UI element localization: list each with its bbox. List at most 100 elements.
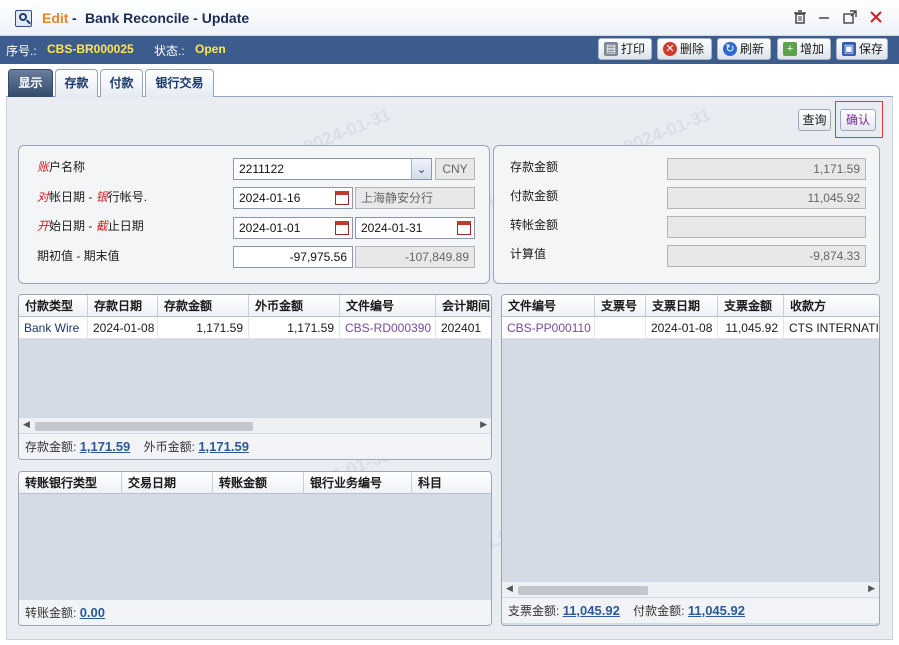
currency-field: CNY <box>435 158 475 180</box>
status-value: Open <box>195 42 226 56</box>
title-separator: - <box>72 10 77 26</box>
check-total-link[interactable]: 11,045.92 <box>563 603 620 618</box>
transfer-grid-footer: 转账金额: 0.00 <box>19 599 491 625</box>
calendar-icon[interactable] <box>335 191 349 205</box>
cell: 1,171.59 <box>158 317 249 339</box>
cell: 2024-01-08 <box>646 317 718 339</box>
delete-button[interactable]: ✕ 删除 <box>657 38 712 60</box>
transfer-amount-field <box>667 216 866 238</box>
column-header[interactable]: 会计期间 <box>436 295 491 317</box>
column-header[interactable]: 转账银行类型 <box>19 472 122 494</box>
save-button[interactable]: ▣ 保存 <box>836 38 888 60</box>
column-header[interactable]: 存款日期 <box>88 295 158 317</box>
payment-total-link[interactable]: 11,045.92 <box>688 603 745 618</box>
column-header[interactable]: 科目 <box>412 472 491 494</box>
printer-icon: ▤ <box>604 42 618 56</box>
footer-label: 外币金额: <box>143 440 195 454</box>
scroll-right-icon[interactable]: ▶ <box>480 419 487 430</box>
horizontal-scrollbar[interactable]: ◀ ▶ <box>19 417 491 433</box>
cell: CTS INTERNATIONAL <box>784 317 879 339</box>
scroll-right-icon[interactable]: ▶ <box>868 583 875 594</box>
transfer-total-link[interactable]: 0.00 <box>80 605 105 620</box>
add-icon: + <box>783 42 797 56</box>
payment-grid: 文件编号 支票号 支票日期 支票金额 收款方 CBS-PP000110 2024… <box>501 294 880 626</box>
delete-icon: ✕ <box>663 42 677 56</box>
restore-icon[interactable] <box>841 9 859 27</box>
deposit-grid-footer: 存款金额: 1,171.59 外币金额: 1,171.59 <box>19 433 491 459</box>
window-title: Bank Reconcile - Update <box>85 10 250 26</box>
column-header[interactable]: 支票日期 <box>646 295 718 317</box>
deposit-amount-field: 1,171.59 <box>667 158 866 180</box>
scroll-thumb[interactable] <box>518 586 648 595</box>
column-header[interactable]: 支票金额 <box>718 295 784 317</box>
account-name-label: 账户名称 <box>37 160 86 174</box>
account-name-select[interactable]: 2211122 ⌄ <box>233 158 432 180</box>
scroll-left-icon[interactable]: ◀ <box>506 583 513 594</box>
column-header[interactable]: 付款类型 <box>19 295 88 317</box>
footer-label: 存款金额: <box>25 440 77 454</box>
document-link[interactable]: CBS-PP000110 <box>502 317 595 339</box>
deposit-grid-header: 付款类型 存款日期 存款金额 外币金额 文件编号 会计期间 <box>19 295 491 317</box>
opening-closing-label: 期初值 - 期末值 <box>37 249 120 263</box>
table-row[interactable]: CBS-PP000110 2024-01-08 11,045.92 CTS IN… <box>502 317 879 339</box>
delete-label: 删除 <box>680 42 705 56</box>
recon-date-label: 对帐日期 - 银行帐号. <box>37 190 148 204</box>
calendar-icon[interactable] <box>335 221 349 235</box>
add-button[interactable]: + 增加 <box>777 38 831 60</box>
cell: 2024-01-08 <box>88 317 158 339</box>
column-header[interactable]: 支票号 <box>595 295 646 317</box>
horizontal-scrollbar[interactable]: ◀ ▶ <box>502 581 879 597</box>
deposit-grid: 付款类型 存款日期 存款金额 外币金额 文件编号 会计期间 Bank Wire … <box>18 294 492 460</box>
deposit-total-link[interactable]: 1,171.59 <box>80 439 131 454</box>
confirm-button[interactable]: 确认 <box>840 109 876 131</box>
payment-grid-footer: 支票金额: 11,045.92 付款金额: 11,045.92 <box>502 597 879 623</box>
deposit-amount-label: 存款金额 <box>510 160 559 174</box>
query-button[interactable]: 查询 <box>798 109 831 131</box>
payment-amount-label: 付款金额 <box>510 189 559 203</box>
column-header[interactable]: 银行业务编号 <box>304 472 412 494</box>
start-date-input[interactable]: 2024-01-01 <box>233 217 353 239</box>
sequence-value: CBS-BR000025 <box>47 42 134 56</box>
recon-date-input[interactable]: 2024-01-16 <box>233 187 353 209</box>
document-link[interactable]: CBS-RD000390 <box>340 317 436 339</box>
column-header[interactable]: 交易日期 <box>122 472 213 494</box>
opening-value-input[interactable]: -97,975.56 <box>233 246 353 268</box>
search-document-icon <box>15 10 32 27</box>
tab-payment[interactable]: 付款 <box>100 69 143 97</box>
tab-deposit[interactable]: 存款 <box>55 69 98 97</box>
save-label: 保存 <box>859 42 884 56</box>
column-header[interactable]: 转账金额 <box>213 472 304 494</box>
payment-amount-field: 11,045.92 <box>667 187 866 209</box>
table-row[interactable]: Bank Wire 2024-01-08 1,171.59 1,171.59 C… <box>19 317 491 339</box>
end-date-input[interactable]: 2024-01-31 <box>355 217 475 239</box>
foreign-total-link[interactable]: 1,171.59 <box>198 439 249 454</box>
date-range-label: 开始日期 - 截止日期 <box>37 219 144 233</box>
calendar-icon[interactable] <box>457 221 471 235</box>
footer-label: 转账金额: <box>25 606 77 620</box>
window-mode: Edit <box>42 10 69 26</box>
tab-bank-transactions[interactable]: 银行交易 <box>145 69 214 97</box>
column-header[interactable]: 文件编号 <box>502 295 595 317</box>
refresh-button[interactable]: ↻ 刷新 <box>717 38 771 60</box>
trash-icon[interactable] <box>791 9 809 27</box>
scroll-left-icon[interactable]: ◀ <box>23 419 30 430</box>
transfer-grid: 转账银行类型 交易日期 转账金额 银行业务编号 科目 转账金额: 0.00 <box>18 471 492 626</box>
chevron-down-icon[interactable]: ⌄ <box>411 159 431 179</box>
refresh-label: 刷新 <box>740 42 765 56</box>
tab-display[interactable]: 显示 <box>8 69 53 97</box>
account-name-value: 2211122 <box>239 162 284 176</box>
transfer-grid-header: 转账银行类型 交易日期 转账金额 银行业务编号 科目 <box>19 472 491 494</box>
column-header[interactable]: 存款金额 <box>158 295 249 317</box>
footer-label: 支票金额: <box>508 604 560 618</box>
print-label: 打印 <box>621 42 646 56</box>
minimize-icon[interactable] <box>815 9 833 27</box>
calculated-value-label: 计算值 <box>510 247 547 261</box>
scroll-thumb[interactable] <box>35 422 253 431</box>
close-icon[interactable] <box>867 9 885 27</box>
print-button[interactable]: ▤ 打印 <box>598 38 652 60</box>
column-header[interactable]: 收款方 <box>784 295 879 317</box>
column-header[interactable]: 外币金额 <box>249 295 340 317</box>
cell: 1,171.59 <box>249 317 340 339</box>
recon-date-value: 2024-01-16 <box>239 191 301 205</box>
column-header[interactable]: 文件编号 <box>340 295 436 317</box>
